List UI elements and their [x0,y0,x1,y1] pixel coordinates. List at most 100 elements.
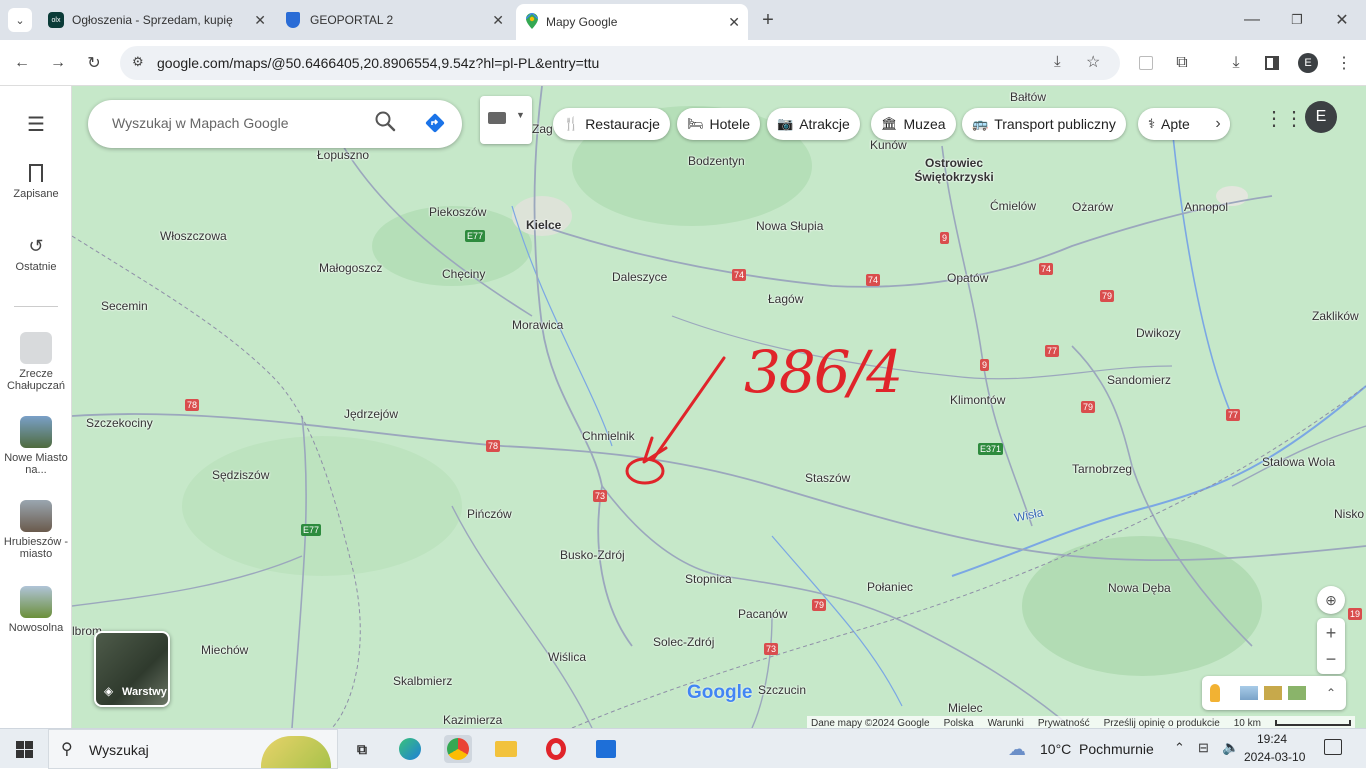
side-panel-button[interactable] [1260,51,1284,75]
feedback-link[interactable]: Prześlij opinię o produkcie [1104,718,1220,729]
place-label[interactable]: Zaklików [1312,309,1359,323]
place-label[interactable]: Łagów [768,292,803,306]
place-label[interactable]: Busko-Zdrój [560,548,625,562]
place-label[interactable]: Małogoszcz [319,261,382,275]
downloads-button[interactable]: ⤓ [1224,51,1248,75]
layers-button[interactable]: ◈ Warstwy [94,631,170,707]
chip-attractions[interactable]: 📷 Atrakcje [767,108,860,140]
extensions-button[interactable]: ⧉ [1170,51,1194,75]
menu-button[interactable]: ☰ [0,112,72,137]
map-canvas[interactable]: 386/4 Bałtów Zag Kunów Łopuszno Bodzenty… [72,86,1366,728]
input-tools-button[interactable]: ▼ [480,96,532,144]
place-label[interactable]: Dwikozy [1136,326,1181,340]
place-label[interactable]: Klimontów [950,393,1005,407]
place-label[interactable]: Opatów [947,271,988,285]
volume-icon[interactable]: 🔈 [1222,739,1239,756]
clock-date[interactable]: 2024-03-10 [1244,750,1305,764]
close-tab-icon[interactable]: ✕ [492,12,504,29]
recent-place-nowe-miasto[interactable]: Nowe Miasto na... [0,416,72,476]
recent-place-zrecze[interactable]: Zrecze Chałupczań [0,332,72,392]
place-label[interactable]: Stopnica [685,572,732,586]
taskbar-opera[interactable] [542,735,570,763]
chip-museums[interactable]: 🏛 Muzea [871,108,956,140]
place-label[interactable]: Szczekociny [86,416,153,430]
close-window-button[interactable]: ✕ [1330,8,1354,32]
place-label[interactable]: Ożarów [1072,200,1113,214]
notifications-icon[interactable] [1324,739,1342,755]
place-label[interactable]: Daleszyce [612,270,667,284]
expand-up-icon[interactable]: ⌃ [1326,686,1336,700]
forward-button[interactable]: → [46,51,70,75]
place-label[interactable]: Piekoszów [429,205,486,219]
start-button[interactable] [10,735,38,763]
profile-button[interactable]: E [1296,51,1320,75]
terrain-thumbnail-icon[interactable] [1240,686,1258,700]
new-tab-button[interactable]: + [756,8,780,32]
tab-search-button[interactable]: ⌄ [8,8,32,32]
recent-place-nowosolna[interactable]: Nowosolna [0,586,72,634]
taskbar-chrome[interactable] [444,735,472,763]
bookmark-star-icon[interactable]: ☆ [1086,52,1100,72]
place-label[interactable]: Tarnobrzeg [1072,462,1132,476]
chip-hotels[interactable]: 🛏 Hotele [677,108,760,140]
biking-thumbnail-icon[interactable] [1288,686,1306,700]
place-label[interactable]: Nisko [1334,507,1364,521]
recent-button[interactable]: ↺ Ostatnie [0,236,72,273]
taskbar-file-explorer[interactable] [492,735,520,763]
place-label[interactable]: Solec-Zdrój [653,635,714,649]
country-link[interactable]: Polska [944,718,974,729]
search-box[interactable]: Wyszukaj w Mapach Google [88,100,462,148]
address-bar[interactable]: ⚙ google.com/maps/@50.6466405,20.8906554… [120,46,1120,80]
place-label[interactable]: Włoszczowa [160,229,227,243]
taskbar-store[interactable] [592,735,620,763]
place-label[interactable]: Chmielnik [582,429,635,443]
place-label[interactable]: Annopol [1184,200,1228,214]
install-app-icon[interactable]: ⤓ [1054,53,1061,70]
url-text[interactable]: google.com/maps/@50.6466405,20.8906554,9… [157,55,599,71]
place-label[interactable]: Staszów [805,471,850,485]
place-label[interactable]: Mielec [948,701,983,715]
place-label[interactable]: Nowa Słupia [756,219,823,233]
close-tab-icon[interactable]: ✕ [728,14,740,31]
restore-button[interactable]: ❐ [1285,8,1309,32]
scale-label[interactable]: 10 km [1234,718,1261,729]
place-label[interactable]: Stalowa Wola [1262,455,1335,469]
place-label[interactable]: Pińczów [467,507,512,521]
site-settings-icon[interactable]: ⚙ [132,54,144,70]
pegman-icon[interactable] [1210,684,1220,702]
place-label[interactable]: Sandomierz [1107,373,1171,387]
place-label[interactable]: Kunów [870,138,907,152]
chip-restaurants[interactable]: 🍴 Restauracje [553,108,670,140]
place-label[interactable]: Jędrzejów [344,407,398,421]
place-label[interactable]: Morawica [512,318,563,332]
place-label[interactable]: Kielce [526,218,561,232]
taskbar-edge[interactable] [396,735,424,763]
close-tab-icon[interactable]: ✕ [254,12,266,29]
place-label[interactable]: Chęciny [442,267,485,281]
place-label[interactable]: Kazimierza [443,713,502,727]
place-label[interactable]: Sędziszów [212,468,269,482]
recent-place-hrubieszow[interactable]: Hrubieszów - miasto [0,500,72,560]
account-avatar[interactable]: E [1305,101,1337,133]
network-icon[interactable]: ⊟ [1198,740,1209,756]
my-location-button[interactable]: ⊕ [1317,586,1345,614]
task-view-button[interactable]: ⧉ [348,735,376,763]
privacy-link[interactable]: Prywatność [1038,718,1090,729]
place-label[interactable]: Połaniec [867,580,913,594]
tab-google-maps[interactable]: Mapy Google ✕ [516,4,748,40]
chip-public-transport[interactable]: 🚌 Transport publiczny [962,108,1126,140]
satellite-thumbnail-icon[interactable] [1264,686,1282,700]
tab-geoportal[interactable]: GEOPORTAL 2 ✕ [282,6,512,34]
place-label[interactable]: Szczucin [758,683,806,697]
place-label[interactable]: Wiślica [548,650,586,664]
taskbar-search[interactable]: ⚲ Wyszukaj [48,729,338,769]
reload-button[interactable]: ↻ [82,51,106,75]
place-label[interactable]: Nowa Dęba [1108,581,1171,595]
google-apps-button[interactable]: ⋮⋮ [1264,106,1304,131]
place-label[interactable]: Secemin [101,299,148,313]
place-label[interactable]: Zag [532,122,553,136]
chips-scroll-right-button[interactable]: › [1206,112,1230,136]
weather-text[interactable]: 10°C Pochmurnie [1040,741,1154,757]
place-label[interactable]: Bałtów [1010,90,1046,104]
browser-menu-button[interactable]: ⋮ [1332,51,1356,75]
